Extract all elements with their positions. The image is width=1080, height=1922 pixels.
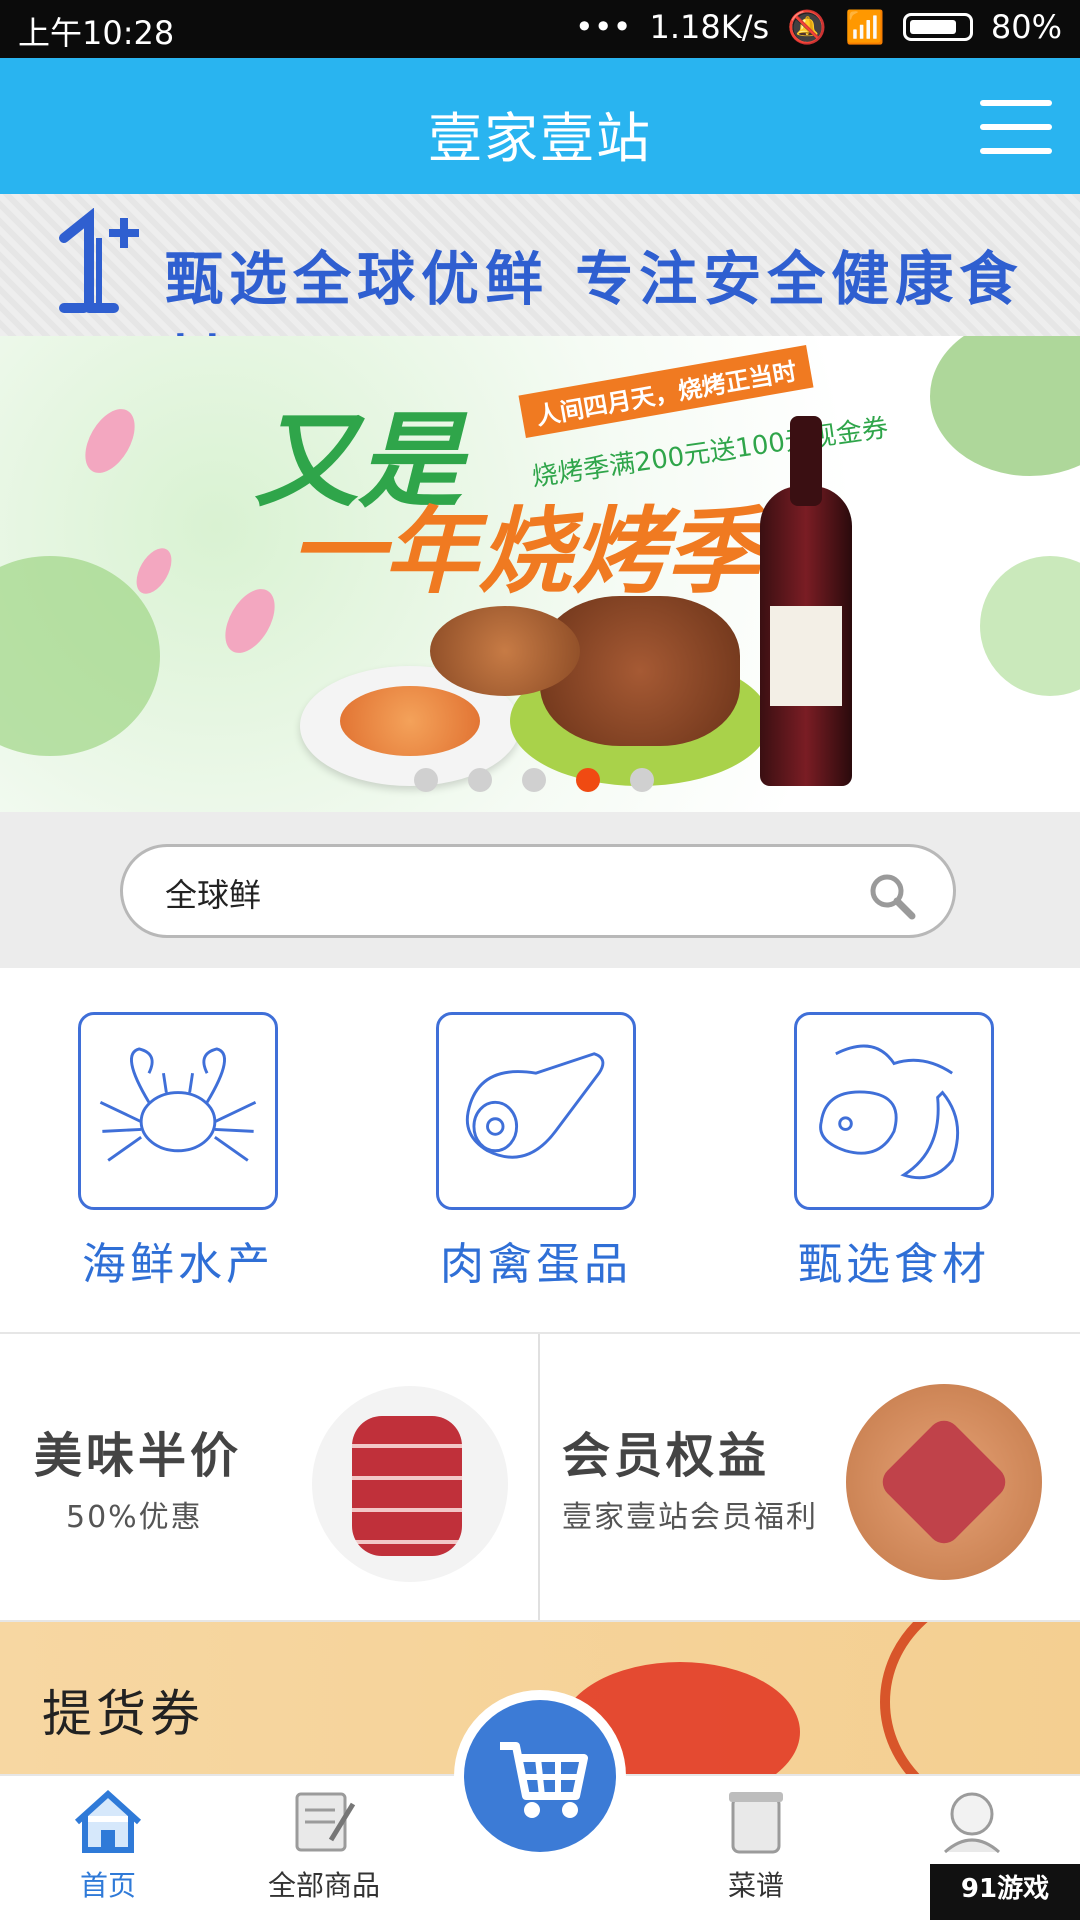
status-bar: 上午10:28 ••• 1.18K/s 🔕 📶 80% (0, 0, 1080, 58)
voucher-title: 提货券 (42, 1685, 204, 1743)
ham-icon[interactable] (436, 1012, 636, 1210)
status-time: 上午10:28 (18, 14, 175, 52)
cart-button[interactable] (454, 1690, 626, 1862)
hero-carousel[interactable]: 又是 一年烧烤季 人间四月天，烧烤正当时 烧烤季满200元送100元现金券 (0, 336, 1080, 812)
nav-label: 菜谱 (727, 1869, 784, 1902)
chicken-wings (430, 606, 580, 696)
category-selected-food[interactable]: 甄选食材 (784, 1012, 1004, 1292)
promo-card-half-price[interactable]: 美味半价 50%优惠 (0, 1334, 538, 1620)
search-icon[interactable] (867, 871, 917, 921)
recipe-icon (729, 1792, 783, 1854)
wine-bottle (760, 416, 852, 786)
leaf-decoration (980, 556, 1080, 696)
category-seafood[interactable]: 海鲜水产 (68, 1012, 288, 1292)
slogan-banner[interactable]: 甄选全球优鲜 专注安全健康食材 (0, 194, 1080, 397)
watermark: 91游戏 (930, 1864, 1080, 1920)
app-title: 壹家壹站 (428, 107, 652, 170)
promo-card-subtitle: 壹家壹站会员福利 (562, 1500, 818, 1535)
search-area (0, 812, 1080, 968)
beef-image (312, 1386, 508, 1582)
petal-decoration (215, 580, 285, 662)
profile-icon (944, 1792, 1000, 1854)
hero-headline-2: 一年烧烤季 (290, 498, 761, 607)
nav-home[interactable]: 首页 (18, 1788, 198, 1904)
products-icon (295, 1792, 356, 1852)
petal-decoration (75, 400, 145, 482)
search-input[interactable] (163, 865, 817, 921)
carousel-dot[interactable] (468, 768, 492, 792)
promo-card-membership[interactable]: 会员权益 壹家壹站会员福利 (540, 1334, 1080, 1620)
cart-icon (500, 1742, 588, 1818)
battery-percent: 80% (990, 8, 1062, 46)
search-box[interactable] (120, 844, 956, 938)
carousel-indicators (414, 768, 654, 792)
category-label: 海鲜水产 (82, 1239, 274, 1290)
shrimp-heart-image (846, 1384, 1042, 1580)
decorative-pattern (880, 1622, 1080, 1774)
battery-icon (902, 13, 973, 41)
promo-card-subtitle: 50%优惠 (66, 1500, 203, 1535)
promo-cards: 美味半价 50%优惠 会员权益 壹家壹站会员福利 (0, 1332, 1080, 1622)
brand-logo-icon (59, 208, 139, 313)
leaf-decoration (930, 336, 1080, 476)
category-label: 肉禽蛋品 (440, 1239, 632, 1290)
wifi-icon: 📶 (845, 8, 885, 46)
crab-icon[interactable] (78, 1012, 278, 1210)
network-speed: 1.18K/s (649, 8, 770, 46)
nav-label: 全部商品 (267, 1869, 380, 1902)
hamburger-menu-icon[interactable] (980, 100, 1052, 154)
petal-decoration (129, 542, 179, 600)
nav-label: 首页 (79, 1869, 136, 1902)
carousel-dot[interactable] (414, 768, 438, 792)
category-meat-eggs[interactable]: 肉禽蛋品 (426, 1012, 646, 1292)
status-right: ••• 1.18K/s 🔕 📶 80% (575, 8, 1062, 46)
title-bar: 壹家壹站 (0, 58, 1080, 194)
promo-card-title: 会员权益 (562, 1428, 771, 1484)
mute-icon: 🔕 (787, 8, 828, 46)
carousel-dot[interactable] (522, 768, 546, 792)
carousel-dot[interactable] (630, 768, 654, 792)
category-label: 甄选食材 (798, 1239, 990, 1290)
more-dots-icon: ••• (574, 8, 632, 46)
meat-vegetable-icon[interactable] (794, 1012, 994, 1210)
carousel-dot-active[interactable] (576, 768, 600, 792)
promo-card-title: 美味半价 (34, 1428, 243, 1484)
nav-recipes[interactable]: 菜谱 (666, 1788, 846, 1904)
nav-all-products[interactable]: 全部商品 (234, 1788, 414, 1904)
home-icon (74, 1789, 142, 1853)
